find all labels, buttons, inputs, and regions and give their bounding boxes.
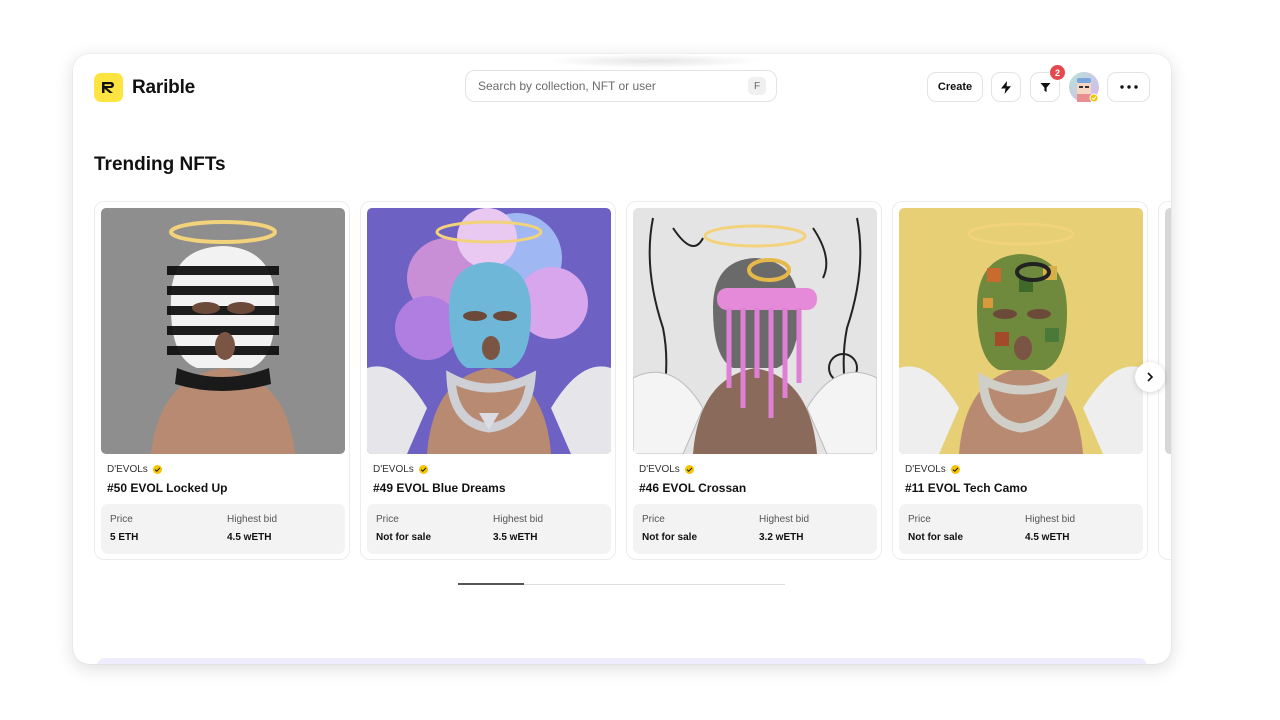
- highest-bid-label: Highest bid: [493, 514, 544, 525]
- nft-image[interactable]: [633, 208, 877, 454]
- user-avatar[interactable]: [1069, 72, 1099, 103]
- nft-image-peek: [1165, 208, 1171, 454]
- collection-name: D'EVOLs: [107, 464, 148, 475]
- price-label: Price: [376, 514, 399, 525]
- section-title: Trending NFTs: [94, 154, 226, 175]
- price-label: Price: [908, 514, 931, 525]
- price-box: Price Highest bid Not for sale 3.2 wETH: [633, 504, 877, 554]
- filter-icon: [1040, 82, 1050, 92]
- chevron-right-icon: [1147, 372, 1154, 382]
- price-label: Price: [642, 514, 665, 525]
- price-value: Not for sale: [376, 532, 432, 543]
- search-placeholder: Search by collection, NFT or user: [478, 79, 656, 93]
- app-name: Rarible: [132, 76, 196, 98]
- nft-card[interactable]: D'EVOLs #46 EVOL Crossan Price Highest b…: [626, 201, 882, 560]
- price-box: Price Highest bid 5 ETH 4.5 wETH: [101, 504, 345, 554]
- search-input[interactable]: Search by collection, NFT or user F: [465, 70, 777, 102]
- more-options-button[interactable]: [1107, 72, 1150, 102]
- verified-icon: [152, 465, 162, 474]
- nft-image[interactable]: [101, 208, 345, 454]
- verified-icon: [418, 465, 428, 474]
- top-glow: [543, 54, 763, 68]
- rarible-logo[interactable]: Rarible: [94, 73, 195, 102]
- price-box: Price Highest bid Not for sale 3.5 wETH: [367, 504, 611, 554]
- create-button[interactable]: Create: [927, 72, 983, 102]
- nft-title[interactable]: #49 EVOL Blue Dreams: [373, 481, 506, 495]
- trending-carousel: D'EVOLs #50 EVOL Locked Up Price Highest…: [94, 201, 1171, 561]
- price-box: Price Highest bid Not for sale 4.5 wETH: [899, 504, 1143, 554]
- nft-image[interactable]: [899, 208, 1143, 454]
- activity-button[interactable]: [991, 72, 1021, 102]
- lightning-icon: [1001, 80, 1011, 94]
- collection-name: D'EVOLs: [639, 464, 680, 475]
- nft-card[interactable]: D'EVOLs #49 EVOL Blue Dreams Price Highe…: [360, 201, 616, 560]
- price-label: Price: [110, 514, 133, 525]
- nft-card[interactable]: D'EVOLs #50 EVOL Locked Up Price Highest…: [94, 201, 350, 560]
- next-section-banner: [97, 658, 1147, 664]
- verified-icon: [684, 465, 694, 474]
- collection-link[interactable]: D'EVOLs: [639, 464, 694, 475]
- carousel-next-button[interactable]: [1135, 362, 1165, 392]
- app-window: Rarible Search by collection, NFT or use…: [73, 54, 1171, 664]
- highest-bid-value: 3.5 wETH: [493, 532, 538, 543]
- notification-badge: 2: [1049, 64, 1066, 81]
- collection-link[interactable]: D'EVOLs: [905, 464, 960, 475]
- price-value: 5 ETH: [110, 532, 139, 543]
- nft-card[interactable]: D'EVOLs #11 EVOL Tech Camo Price Highest…: [892, 201, 1148, 560]
- nft-title[interactable]: #11 EVOL Tech Camo: [905, 481, 1027, 495]
- search-shortcut-key: F: [748, 77, 766, 95]
- highest-bid-value: 4.5 wETH: [227, 532, 272, 543]
- carousel-scroll-thumb[interactable]: [458, 583, 524, 585]
- collection-link[interactable]: D'EVOLs: [373, 464, 428, 475]
- nft-title[interactable]: #46 EVOL Crossan: [639, 481, 746, 495]
- collection-name: D'EVOLs: [373, 464, 414, 475]
- price-value: Not for sale: [642, 532, 698, 543]
- nft-image[interactable]: [367, 208, 611, 454]
- highest-bid-label: Highest bid: [1025, 514, 1076, 525]
- rarible-logo-icon: [94, 73, 123, 102]
- collection-link[interactable]: D'EVOLs: [107, 464, 162, 475]
- nft-title[interactable]: #50 EVOL Locked Up: [107, 481, 228, 495]
- collection-name: D'EVOLs: [905, 464, 946, 475]
- verified-icon: [950, 465, 960, 474]
- highest-bid-label: Highest bid: [759, 514, 810, 525]
- highest-bid-label: Highest bid: [227, 514, 278, 525]
- highest-bid-value: 4.5 wETH: [1025, 532, 1070, 543]
- highest-bid-value: 3.2 wETH: [759, 532, 804, 543]
- price-value: Not for sale: [908, 532, 964, 543]
- more-dots-icon: [1119, 85, 1138, 89]
